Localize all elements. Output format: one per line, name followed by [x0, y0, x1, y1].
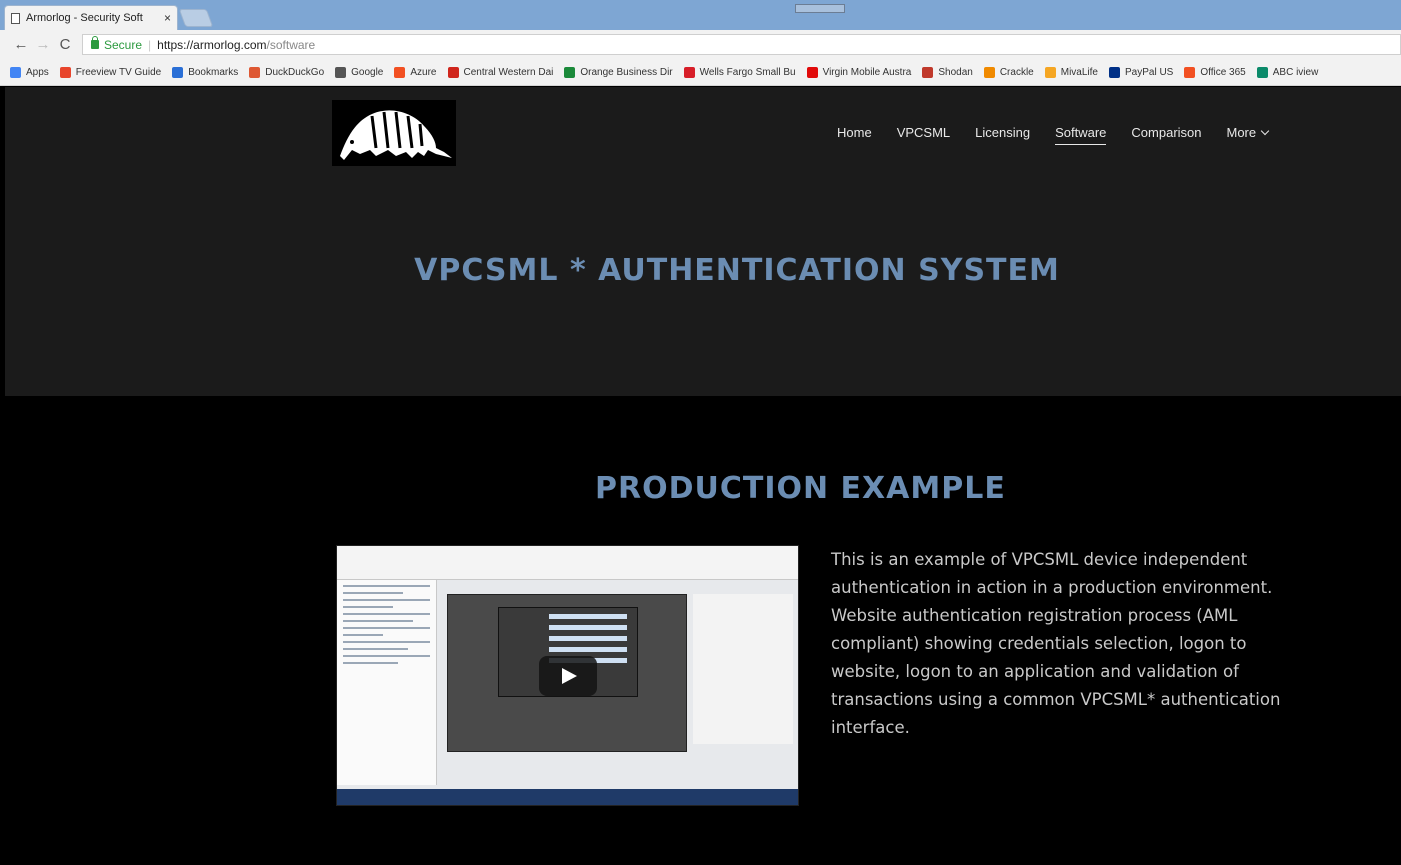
bookmark-label: Wells Fargo Small Bu	[699, 66, 796, 78]
bookmark-label: Office 365	[1200, 66, 1246, 78]
back-arrow-icon[interactable]: ←	[10, 36, 32, 53]
bookmark-label: DuckDuckGo	[265, 66, 325, 78]
windows-logo-icon	[394, 66, 406, 78]
web-page: Home VPCSML Licensing Software Compariso…	[5, 87, 1401, 865]
bookmark-label: Shodan	[938, 66, 973, 78]
chevron-down-icon	[1260, 126, 1270, 136]
hero-title: VPCSML * AUTHENTICATION SYSTEM	[5, 253, 1235, 288]
nav-licensing[interactable]: Licensing	[975, 125, 1030, 145]
bookmark-orange-business-dir[interactable]: Orange Business Dir	[564, 66, 673, 78]
bookmark-label: Azure	[410, 66, 437, 78]
section-title: PRODUCTION EXAMPLE	[595, 471, 1006, 506]
url-path: /software	[266, 37, 316, 52]
address-bar[interactable]: Secure | https://armorlog.com /software	[82, 34, 1401, 55]
nav-software[interactable]: Software	[1055, 125, 1107, 145]
bookmark-freeview-tv-guide[interactable]: Freeview TV Guide	[59, 66, 162, 78]
shodan-icon	[922, 66, 934, 78]
crackle-icon	[983, 66, 995, 78]
nav-more[interactable]: More	[1226, 125, 1270, 145]
abc-icon	[1256, 66, 1268, 78]
bookmark-duckduckgo[interactable]: DuckDuckGo	[249, 66, 325, 78]
nav-more-label: More	[1226, 125, 1257, 140]
bookmark-label: Apps	[26, 66, 49, 78]
bookmark-label: Crackle	[999, 66, 1034, 78]
bookmarks-bar: Apps Freeview TV Guide Bookmarks DuckDuckGo…	[0, 59, 1401, 86]
nav-home[interactable]: Home	[837, 125, 872, 145]
hero-section: Home VPCSML Licensing Software Compariso…	[5, 87, 1401, 396]
bookmark-label: ABC iview	[1272, 66, 1319, 78]
bookmark-mivalife[interactable]: MivaLife	[1044, 66, 1098, 78]
bookmark-label: Bookmarks	[188, 66, 239, 78]
site-nav: Home VPCSML Licensing Software Compariso…	[837, 125, 1293, 145]
bookmark-azure[interactable]: Azure	[394, 66, 437, 78]
bookmark-label: Orange Business Dir	[580, 66, 673, 78]
paypal-icon	[1108, 66, 1120, 78]
video-player[interactable]	[336, 545, 799, 806]
production-example-description: This is an example of VPCSML device inde…	[831, 550, 1281, 737]
browser-tab[interactable]: Armorlog - Security Soft ×	[4, 5, 178, 30]
window-restore-button[interactable]	[795, 4, 845, 13]
armadillo-icon	[340, 110, 452, 160]
armadillo-logo[interactable]	[332, 100, 456, 166]
freeview-icon	[59, 66, 71, 78]
lock-icon	[91, 36, 99, 49]
bookmark-apps[interactable]: Apps	[10, 66, 49, 78]
video-thumbnail-taskbar	[337, 789, 798, 805]
wells-fargo-icon	[683, 66, 695, 78]
bookmark-bookmarks[interactable]: Bookmarks	[172, 66, 239, 78]
browser-toolbar: ← → C Secure | https://armorlog.com /sof…	[0, 30, 1401, 59]
hero-title-text: VPCSML * AUTHENTICATION SYSTEM	[414, 253, 1060, 288]
bookmark-label: Virgin Mobile Austra	[822, 66, 912, 78]
mivalife-icon	[1044, 66, 1056, 78]
browser-tabstrip: Armorlog - Security Soft ×	[0, 0, 1401, 30]
bookmark-virgin-mobile-austra[interactable]: Virgin Mobile Austra	[806, 66, 912, 78]
orange-biz-icon	[564, 66, 576, 78]
production-example-section: PRODUCTION EXAMPLE This is an example of…	[5, 396, 1401, 865]
new-tab-button[interactable]	[178, 9, 214, 27]
bookmark-label: Central Western Dai	[463, 66, 554, 78]
bookmark-abc-iview[interactable]: ABC iview	[1256, 66, 1319, 78]
google-icon	[335, 66, 347, 78]
video-thumbnail-sidebar	[337, 580, 437, 785]
secure-label: Secure	[104, 37, 143, 52]
bookmark-office-365[interactable]: Office 365	[1184, 66, 1246, 78]
bookmark-label: PayPal US	[1124, 66, 1174, 78]
nav-vpcsml[interactable]: VPCSML	[897, 125, 950, 145]
duckduckgo-icon	[249, 66, 261, 78]
star-icon	[172, 66, 184, 78]
virgin-icon	[806, 66, 818, 78]
cw-icon	[447, 66, 459, 78]
bookmark-crackle[interactable]: Crackle	[983, 66, 1034, 78]
url-host: https://armorlog.com	[157, 37, 267, 52]
bookmark-google[interactable]: Google	[335, 66, 384, 78]
tab-title: Armorlog - Security Soft	[26, 12, 143, 24]
tab-close-icon[interactable]: ×	[164, 11, 171, 25]
reload-icon[interactable]: C	[54, 36, 76, 53]
bookmark-label: Freeview TV Guide	[75, 66, 162, 78]
apps-grid-icon	[10, 66, 21, 78]
nav-comparison[interactable]: Comparison	[1131, 125, 1201, 145]
forward-arrow-icon[interactable]: →	[32, 36, 54, 53]
page-document-icon	[11, 12, 20, 24]
bookmark-label: MivaLife	[1060, 66, 1098, 78]
office-icon	[1184, 66, 1196, 78]
video-thumbnail-panel	[693, 594, 793, 744]
bookmark-central-western-dai[interactable]: Central Western Dai	[447, 66, 554, 78]
bookmark-shodan[interactable]: Shodan	[922, 66, 973, 78]
bookmark-label: Google	[351, 66, 384, 78]
play-button-icon[interactable]	[539, 656, 597, 696]
address-separator: |	[148, 37, 152, 52]
bookmark-wells-fargo-small-bu[interactable]: Wells Fargo Small Bu	[683, 66, 796, 78]
video-thumbnail-ribbon	[337, 546, 798, 580]
bookmark-paypal-us[interactable]: PayPal US	[1108, 66, 1174, 78]
